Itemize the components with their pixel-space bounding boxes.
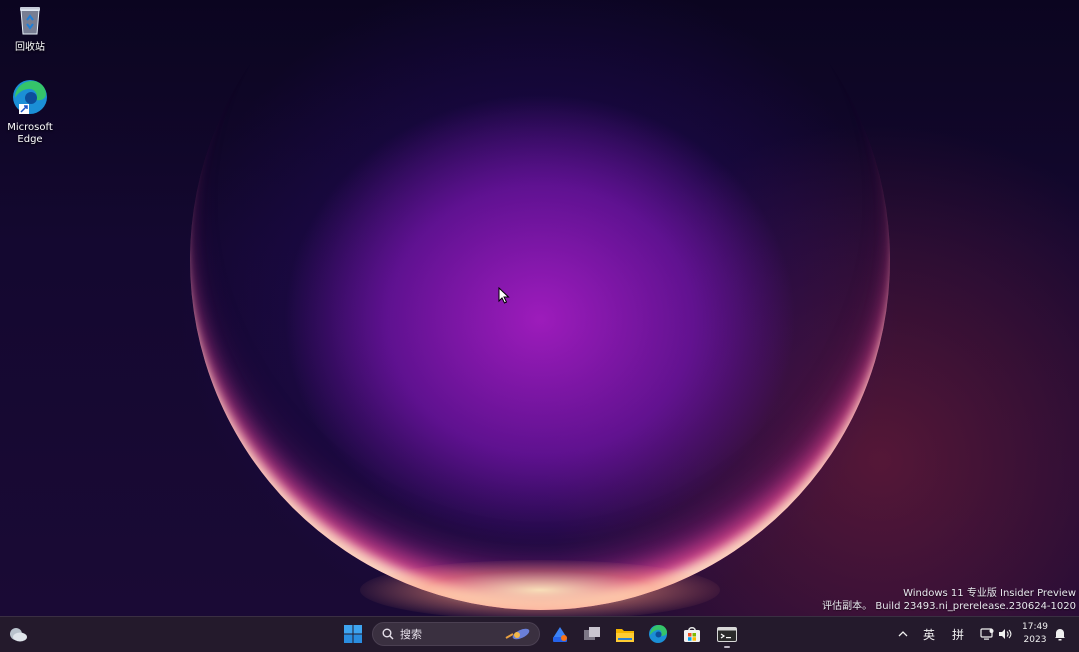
- clock-date: 2023: [1023, 635, 1047, 645]
- desktop-icon-recycle-bin[interactable]: 回收站: [0, 4, 60, 54]
- edge-icon: [649, 625, 667, 643]
- desktop-icon-edge[interactable]: Microsoft Edge: [0, 78, 60, 146]
- taskbar: 搜索 英 拼 17:49 2023: [0, 616, 1079, 652]
- wallpaper-orb: [190, 0, 890, 610]
- widgets-button[interactable]: [4, 621, 32, 647]
- network-icon: [980, 627, 994, 640]
- start-icon: [344, 625, 362, 643]
- desktop-icon-label: 回收站: [15, 42, 45, 53]
- task-view-icon: [584, 627, 600, 640]
- os-watermark: Windows 11 专业版 Insider Preview 评估副本。 Bui…: [822, 587, 1076, 613]
- search-highlight-icon: [505, 628, 530, 640]
- desktop-icon-label: Microsoft Edge: [7, 122, 53, 145]
- weather-cloud-icon: [10, 628, 27, 642]
- task-view-button[interactable]: [578, 621, 606, 647]
- store-icon: [684, 627, 700, 642]
- clock-time: 17:49: [1022, 622, 1048, 632]
- recycle-bin-icon: [20, 7, 40, 35]
- show-hidden-icons-button[interactable]: [892, 621, 914, 647]
- start-button[interactable]: [339, 621, 367, 647]
- search-icon: [382, 628, 394, 640]
- taskbar-search-box[interactable]: 搜索: [372, 622, 540, 646]
- edge-icon: [13, 80, 47, 114]
- copilot-button[interactable]: [546, 621, 574, 647]
- file-explorer-icon: [616, 628, 634, 642]
- search-label: 搜索: [400, 628, 422, 641]
- notifications-button[interactable]: [1050, 621, 1070, 647]
- input-language-indicator[interactable]: 英: [923, 626, 935, 643]
- volume-icon: [999, 629, 1012, 639]
- clock[interactable]: 17:49 2023: [1018, 621, 1052, 647]
- watermark-line1: Windows 11 专业版 Insider Preview: [903, 588, 1076, 599]
- desktop-wallpaper: 回收站 Microsoft Edge Windows 11 专业版 Inside…: [0, 0, 1079, 616]
- store-button[interactable]: [678, 621, 706, 647]
- edge-taskbar-button[interactable]: [644, 621, 672, 647]
- terminal-button[interactable]: [713, 621, 741, 648]
- copilot-icon: [553, 627, 567, 642]
- mouse-cursor-icon: [498, 287, 510, 304]
- chevron-up-icon: [898, 631, 908, 637]
- wallpaper-glow: [360, 560, 720, 616]
- notification-bell-icon: [1055, 628, 1065, 640]
- running-indicator: [724, 646, 730, 648]
- terminal-icon: [717, 626, 737, 642]
- quick-settings-button[interactable]: [976, 621, 1016, 647]
- file-explorer-button[interactable]: [611, 621, 639, 647]
- ime-mode-indicator[interactable]: 拼: [952, 626, 964, 643]
- watermark-line2: 评估副本。 Build 23493.ni_prerelease.230624-1…: [822, 601, 1076, 612]
